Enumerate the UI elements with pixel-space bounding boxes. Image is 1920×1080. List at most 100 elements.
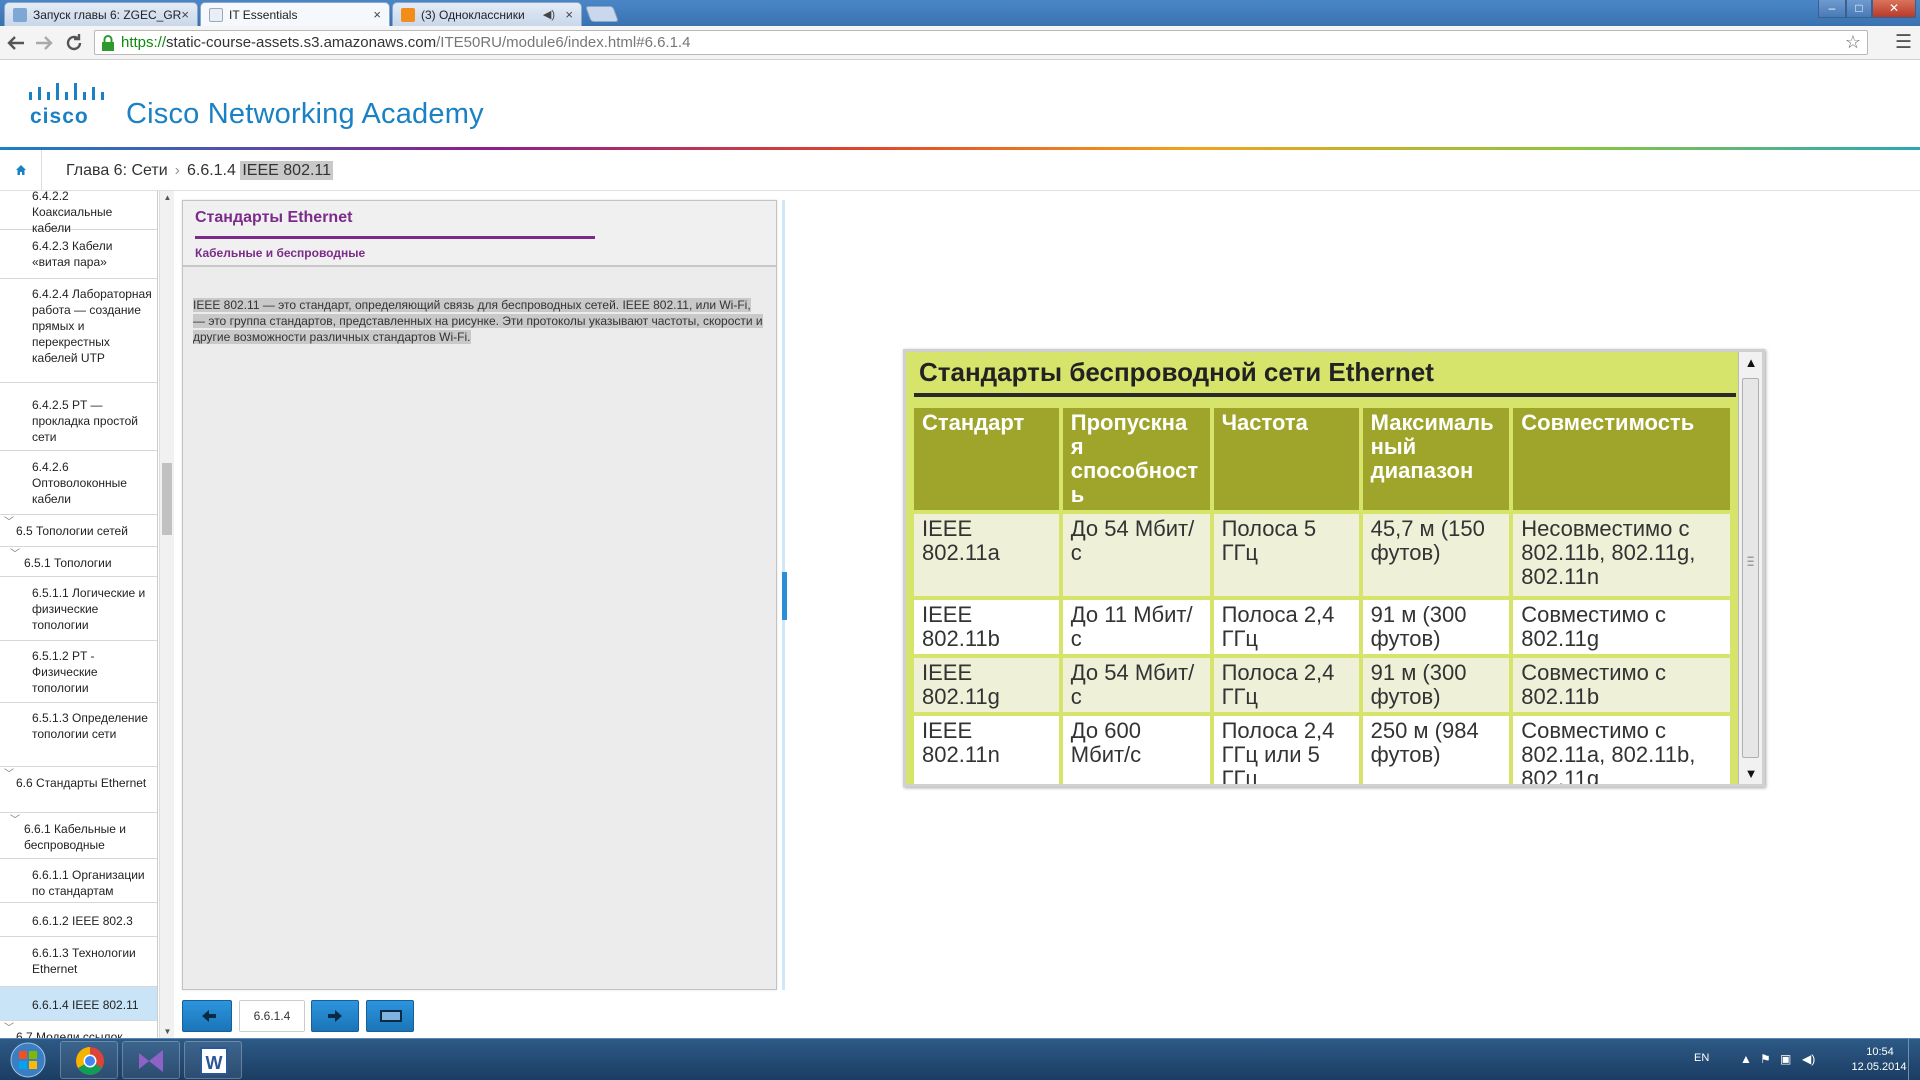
toc-item-section[interactable]: ﹀ 6.5.1 Топологии [0, 547, 157, 577]
scroll-down-icon[interactable]: ▼ [160, 1027, 175, 1036]
network-icon[interactable]: ▣ [1780, 1052, 1791, 1066]
toggle-view-button[interactable] [366, 1000, 414, 1032]
language-indicator[interactable]: EN [1694, 1052, 1709, 1064]
new-tab-button[interactable] [585, 6, 619, 22]
toc-item[interactable]: 6.4.2.4 Лабораторная работа — создание п… [0, 279, 157, 383]
toc-item-current[interactable]: 6.6.1.4 IEEE 802.11 [0, 987, 157, 1021]
table-cell: Полоса 2,4 ГГц [1213, 600, 1359, 654]
breadcrumb-chapter[interactable]: Глава 6: Сети [66, 162, 168, 179]
tab-close-icon[interactable]: × [373, 3, 381, 26]
show-hidden-icons-icon[interactable]: ▲ [1740, 1052, 1752, 1066]
chevron-down-icon: ﹀ [4, 1023, 14, 1034]
bookmark-star-icon[interactable]: ☆ [1845, 31, 1861, 54]
maximize-button[interactable]: □ [1846, 0, 1872, 18]
taskbar-chrome[interactable] [60, 1041, 118, 1079]
breadcrumb-section-title: IEEE 802.11 [240, 161, 334, 180]
show-desktop-button[interactable] [1908, 1039, 1920, 1080]
tab-title: (3) Одноклассники [421, 8, 525, 22]
scrollbar-thumb[interactable] [162, 463, 172, 535]
table-cell: Совместимо с 802.11g [1513, 600, 1730, 654]
table-cell: 91 м (300 футов) [1362, 658, 1510, 712]
panel-body-text: IEEE 802.11 — это стандарт, определяющий… [193, 298, 763, 344]
browser-tab-strip: Запуск главы 6: ZGEC_GR × IT Essentials … [0, 0, 1920, 26]
scroll-down-icon[interactable]: ▼ [1739, 766, 1762, 781]
toc-item-section[interactable]: ﹀ 6.6.1 Кабельные и беспроводные [0, 813, 157, 859]
volume-icon[interactable]: ◀) [1802, 1052, 1815, 1066]
figure-title-rule [914, 393, 1736, 397]
table-cell: Полоса 5 ГГц [1213, 514, 1359, 596]
breadcrumb-section-number: 6.6.1.4 [186, 162, 236, 179]
forward-button[interactable] [32, 31, 56, 55]
flag-icon[interactable]: ⚑ [1760, 1052, 1771, 1066]
scrollbar-thumb[interactable]: – – – [1742, 378, 1759, 758]
toc-item[interactable]: 6.4.2.3 Кабели «витая пара» [0, 230, 157, 279]
home-icon [16, 165, 26, 175]
browser-toolbar: https://static-course-assets.s3.amazonaw… [0, 26, 1920, 60]
table-cell: Совместимо с 802.11a, 802.11b, 802.11g [1513, 716, 1730, 784]
column-header: Максималь ный диапазон [1362, 408, 1510, 510]
wireless-standards-figure: Стандарты беспроводной сети Ethernet Ста… [903, 349, 1765, 787]
table-cell: IEEE 802.11g [914, 658, 1059, 712]
home-button[interactable] [0, 150, 42, 191]
panel-resize-handle[interactable] [782, 572, 787, 620]
table-cell: 91 м (300 футов) [1362, 600, 1510, 654]
scrollbar-grip-icon: – – – [1747, 551, 1754, 571]
cisco-logo[interactable]: cisco [26, 82, 106, 128]
clock-time[interactable]: 10:54 [1850, 1046, 1910, 1058]
next-page-button[interactable] [311, 1000, 359, 1032]
column-header: Стандарт [914, 408, 1059, 510]
table-cell: IEEE 802.11b [914, 600, 1059, 654]
column-header: Совместимость [1513, 408, 1730, 510]
tab-close-icon[interactable]: × [181, 3, 189, 26]
toc-item[interactable]: 6.5.1.2 PT - Физические топологии [0, 641, 157, 703]
page-favicon-icon [209, 8, 223, 22]
browser-tab-zgec[interactable]: Запуск главы 6: ZGEC_GR × [4, 2, 198, 26]
clock-date[interactable]: 12.05.2014 [1846, 1061, 1912, 1073]
content-panel: Стандарты Ethernet Кабельные и беспровод… [182, 200, 777, 990]
back-button[interactable] [4, 31, 28, 55]
toc-list: 6.4.2.2 Коаксиальные кабели 6.4.2.3 Кабе… [0, 191, 158, 1038]
url-path: /ITE50RU/module6/index.html#6.6.1.4 [436, 34, 691, 51]
toc-item[interactable]: 6.6.1.2 IEEE 802.3 [0, 903, 157, 937]
odnoklassniki-favicon-icon [401, 8, 415, 22]
toc-item[interactable]: 6.4.2.2 Коаксиальные кабели [0, 191, 157, 235]
start-button[interactable] [2, 1040, 54, 1080]
column-header: Пропускна я способност ь [1062, 408, 1210, 510]
taskbar-word[interactable]: W [184, 1041, 242, 1079]
toc-item-chapter[interactable]: ﹀ 6.7 Модели ссылок [0, 1021, 157, 1038]
toc-item-chapter[interactable]: ﹀ 6.5 Топологии сетей [0, 515, 157, 547]
browser-tab-odnoklassniki[interactable]: (3) Одноклассники ◀) × [392, 2, 582, 26]
chevron-down-icon: ﹀ [10, 549, 20, 560]
table-cell: До 54 Мбит/с [1062, 514, 1210, 596]
sidebar-scrollbar[interactable]: ▲ ▼ [159, 191, 174, 1038]
toc-item[interactable]: 6.4.2.5 PT — прокладка простой сети [0, 383, 157, 451]
previous-page-button[interactable] [182, 1000, 232, 1032]
toc-item[interactable]: 6.4.2.6 Оптоволоконные кабели [0, 451, 157, 515]
toc-item[interactable]: 6.5.1.1 Логические и физические топологи… [0, 577, 157, 641]
chrome-icon [76, 1047, 104, 1075]
arrow-left-icon [202, 1010, 216, 1022]
close-window-button[interactable]: ✕ [1872, 0, 1916, 18]
table-cell: До 11 Мбит/с [1062, 600, 1210, 654]
toc-item[interactable]: 6.6.1.1 Организации по стандартам [0, 859, 157, 903]
table-cell: Полоса 2,4 ГГц [1213, 658, 1359, 712]
toc-item[interactable]: 6.5.1.3 Определение топологии сети [0, 703, 157, 767]
standards-table: Стандарт Пропускна я способност ь Частот… [910, 404, 1734, 784]
toc-item[interactable]: 6.6.1.3 Технологии Ethernet [0, 937, 157, 987]
svg-text:W: W [206, 1053, 223, 1073]
academy-brand-title: Cisco Networking Academy [126, 98, 484, 130]
table-cell: IEEE 802.11n [914, 716, 1059, 784]
taskbar-visual-studio[interactable] [122, 1041, 180, 1079]
tab-close-icon[interactable]: × [565, 3, 573, 26]
browser-menu-icon[interactable]: ☰ [1895, 31, 1912, 55]
figure-title: Стандарты беспроводной сети Ethernet [919, 357, 1434, 387]
minimize-button[interactable]: – [1818, 0, 1846, 18]
toc-item-chapter[interactable]: ﹀ 6.6 Стандарты Ethernet [0, 767, 157, 813]
scroll-up-icon[interactable]: ▲ [1739, 355, 1762, 370]
figure-scrollbar[interactable]: ▲ – – – ▼ [1738, 352, 1762, 784]
table-cell: До 600 Мбит/с [1062, 716, 1210, 784]
address-bar[interactable]: https://static-course-assets.s3.amazonaw… [94, 30, 1868, 55]
reload-button[interactable] [62, 31, 86, 55]
browser-tab-it-essentials[interactable]: IT Essentials × [200, 2, 390, 26]
scroll-up-icon[interactable]: ▲ [160, 193, 175, 202]
